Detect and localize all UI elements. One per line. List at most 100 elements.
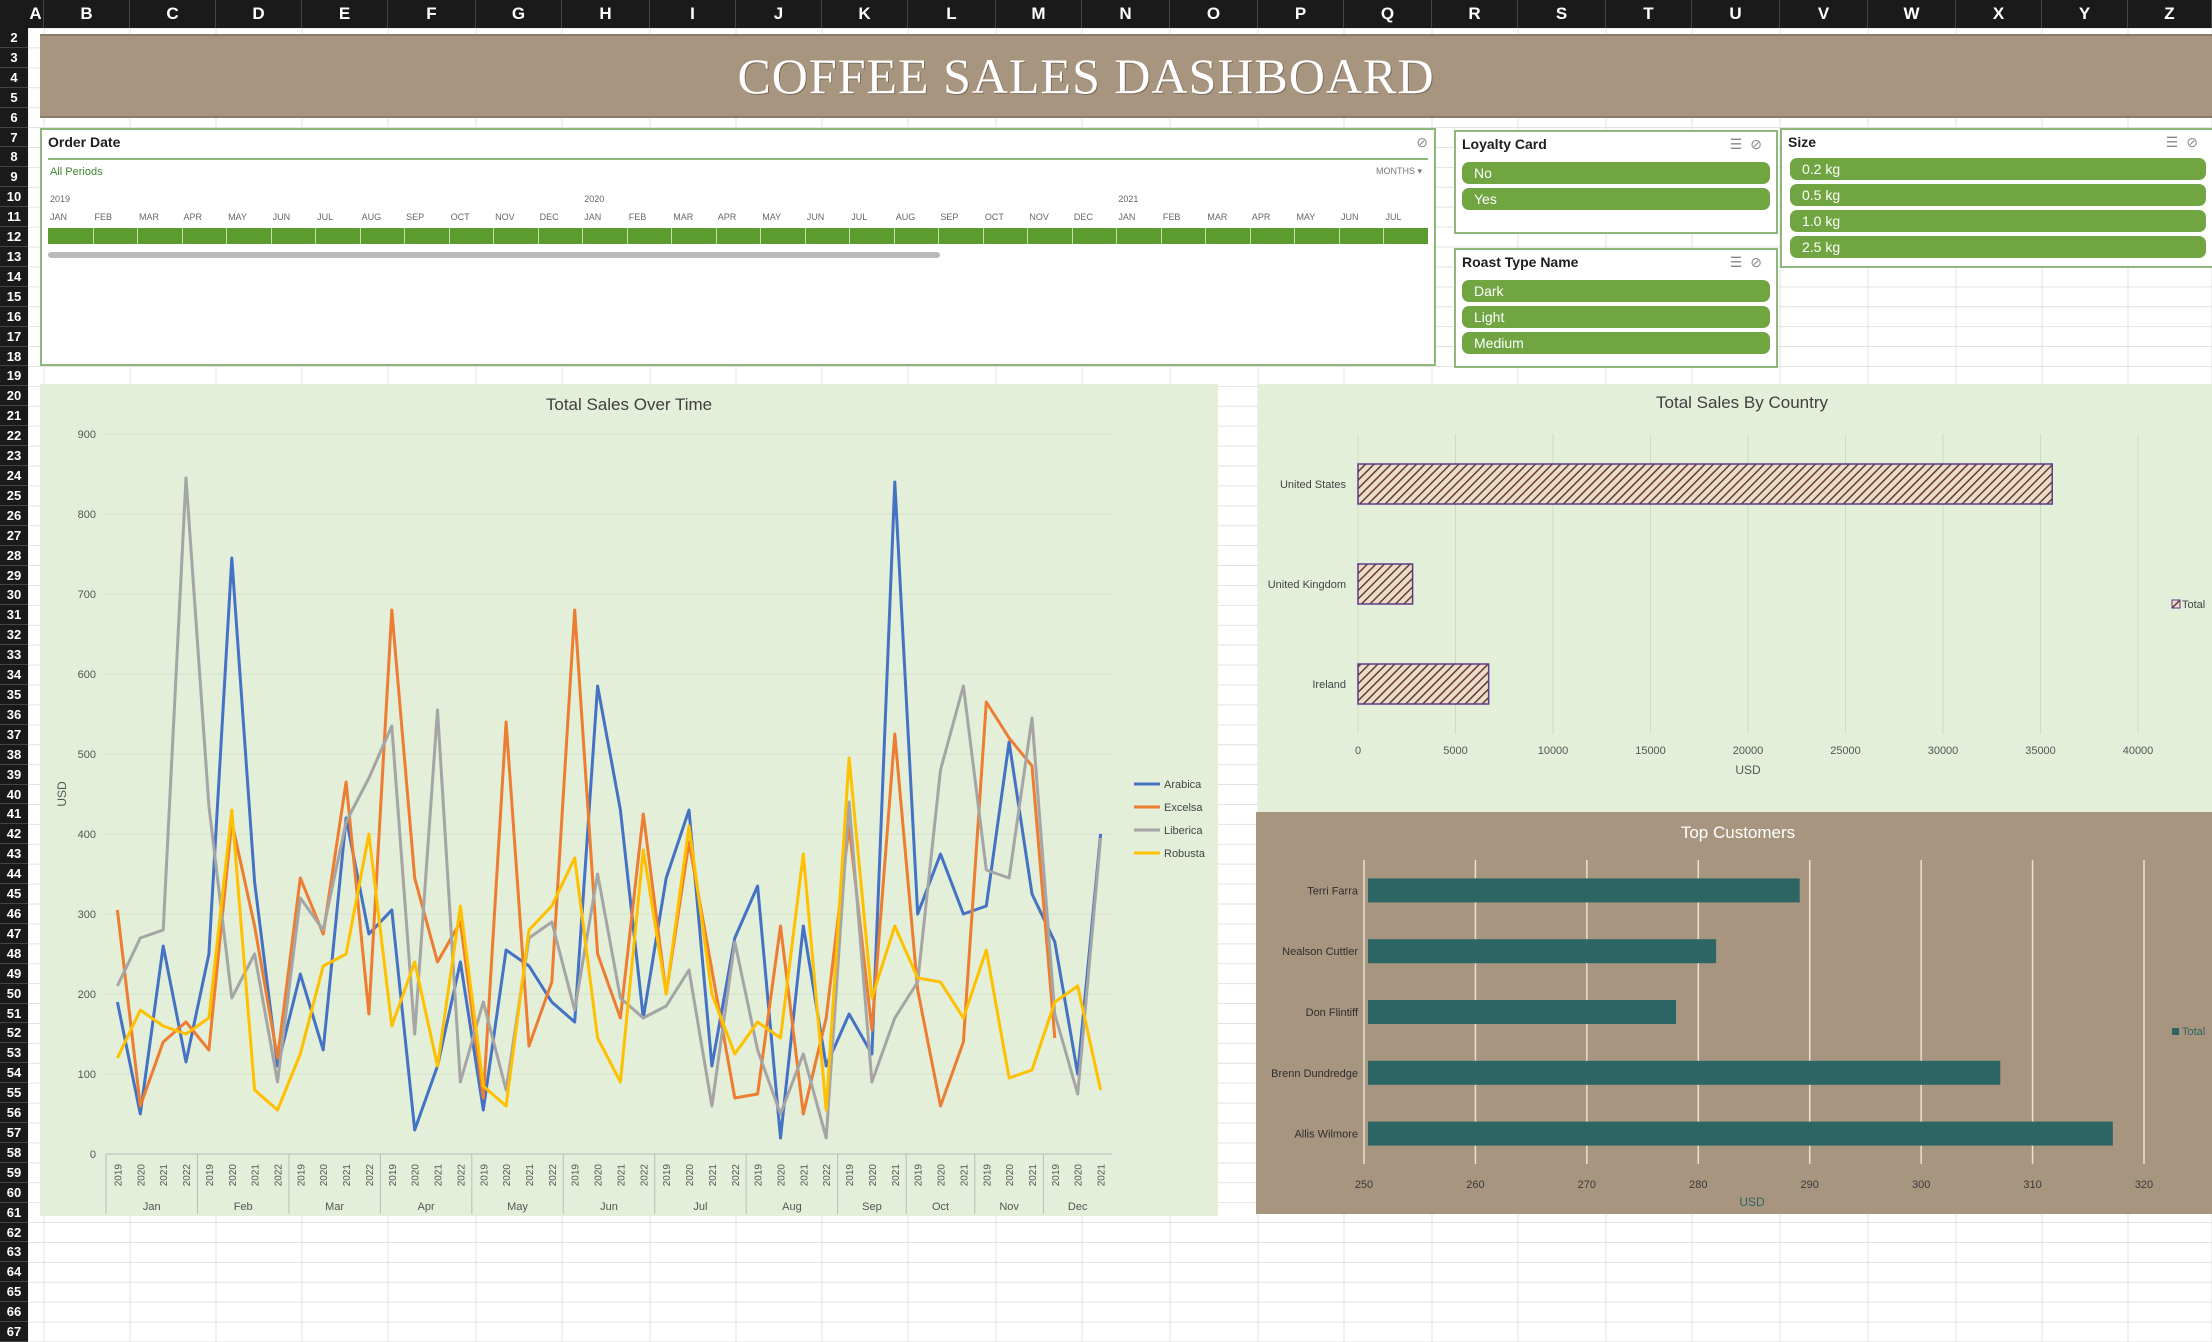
column-header[interactable]: L (908, 0, 996, 28)
row-header[interactable]: 64 (0, 1262, 28, 1283)
row-header[interactable]: 29 (0, 566, 28, 586)
row-header[interactable]: 36 (0, 705, 28, 725)
row-header[interactable]: 30 (0, 585, 28, 606)
column-header[interactable]: U (1692, 0, 1780, 28)
row-header[interactable]: 26 (0, 506, 28, 526)
row-header[interactable]: 17 (0, 327, 28, 347)
row-header[interactable]: 44 (0, 864, 28, 885)
timeline-level-selector[interactable]: MONTHS ▾ (1376, 166, 1422, 177)
slicer-item-1-0kg[interactable]: 1.0 kg (1790, 210, 2206, 232)
row-header[interactable]: 23 (0, 446, 28, 466)
row-header[interactable]: 47 (0, 924, 28, 944)
row-header[interactable]: 14 (0, 267, 28, 287)
column-header[interactable]: A (28, 0, 44, 28)
row-header[interactable]: 12 (0, 227, 28, 247)
row-header[interactable]: 10 (0, 187, 28, 208)
row-header[interactable]: 9 (0, 167, 28, 188)
column-header[interactable]: I (650, 0, 736, 28)
column-header[interactable]: K (822, 0, 908, 28)
row-header[interactable]: 8 (0, 147, 28, 168)
column-header[interactable]: M (996, 0, 1082, 28)
multi-select-icon[interactable]: ☰ (1730, 136, 1751, 152)
timeline-range-bar[interactable] (48, 228, 1428, 244)
row-header[interactable]: 2 (0, 28, 28, 48)
column-header[interactable]: Y (2042, 0, 2128, 28)
row-header[interactable]: 58 (0, 1143, 28, 1163)
row-header[interactable]: 28 (0, 546, 28, 566)
row-header[interactable]: 51 (0, 1004, 28, 1024)
row-header[interactable]: 13 (0, 247, 28, 267)
row-header[interactable]: 4 (0, 68, 28, 88)
column-header[interactable]: V (1780, 0, 1868, 28)
row-header[interactable]: 24 (0, 466, 28, 486)
top-customers-chart[interactable]: Top Customers 250 260 270 280 290 300 310 320 USD… (1256, 812, 2212, 1214)
row-header[interactable]: 33 (0, 645, 28, 666)
slicer-item-2-5kg[interactable]: 2.5 kg (1790, 236, 2206, 258)
slicer-item-light[interactable]: Light (1462, 306, 1770, 328)
column-header[interactable]: F (388, 0, 476, 28)
row-header[interactable]: 19 (0, 366, 28, 387)
row-header[interactable]: 11 (0, 207, 28, 228)
row-header[interactable]: 5 (0, 88, 28, 108)
row-header[interactable]: 37 (0, 725, 28, 745)
multi-select-icon[interactable]: ☰ (2166, 134, 2187, 150)
column-header[interactable]: N (1082, 0, 1170, 28)
row-header[interactable]: 61 (0, 1203, 28, 1223)
total-sales-by-country-chart[interactable]: Total Sales By Country 0 5000 10000 15000 200… (1258, 384, 2212, 832)
column-header[interactable]: H (562, 0, 650, 28)
row-header[interactable]: 22 (0, 426, 28, 447)
row-header[interactable]: 6 (0, 108, 28, 128)
row-header[interactable]: 38 (0, 745, 28, 765)
slicer-item-dark[interactable]: Dark (1462, 280, 1770, 302)
row-header[interactable]: 35 (0, 685, 28, 705)
row-header[interactable]: 40 (0, 785, 28, 805)
row-header[interactable]: 7 (0, 128, 28, 148)
row-header[interactable]: 3 (0, 48, 28, 68)
row-header[interactable]: 32 (0, 625, 28, 646)
row-header[interactable]: 54 (0, 1063, 28, 1084)
row-header[interactable]: 56 (0, 1103, 28, 1123)
column-header[interactable]: B (44, 0, 130, 28)
slicer-item-medium[interactable]: Medium (1462, 332, 1770, 354)
multi-select-icon[interactable]: ☰ (1730, 254, 1751, 270)
clear-filter-icon[interactable]: ⊘ (1750, 254, 1770, 270)
row-header[interactable]: 42 (0, 824, 28, 845)
row-header[interactable]: 31 (0, 605, 28, 626)
slicer-item-no[interactable]: No (1462, 162, 1770, 184)
column-header[interactable]: Q (1344, 0, 1432, 28)
slicer-item-0-5kg[interactable]: 0.5 kg (1790, 184, 2206, 206)
column-header[interactable]: T (1606, 0, 1692, 28)
slicer-item-0-2kg[interactable]: 0.2 kg (1790, 158, 2206, 180)
row-header[interactable]: 46 (0, 904, 28, 924)
row-header[interactable]: 18 (0, 347, 28, 367)
column-header[interactable]: S (1518, 0, 1606, 28)
row-header[interactable]: 34 (0, 665, 28, 685)
column-header[interactable]: E (302, 0, 388, 28)
total-sales-over-time-chart[interactable]: Total Sales Over Time 0 100 200 300 400 500 600… (40, 384, 1218, 1216)
order-date-timeline[interactable]: Order Date ⊘ All Periods MONTHS ▾ JAN FEB… (40, 128, 1436, 366)
row-header[interactable]: 21 (0, 406, 28, 427)
row-header[interactable]: 39 (0, 765, 28, 785)
column-header[interactable]: J (736, 0, 822, 28)
column-header[interactable]: X (1956, 0, 2042, 28)
row-header[interactable]: 65 (0, 1282, 28, 1303)
column-header[interactable]: D (216, 0, 302, 28)
row-header[interactable]: 27 (0, 526, 28, 546)
row-header[interactable]: 43 (0, 844, 28, 865)
row-header[interactable]: 67 (0, 1322, 28, 1342)
row-header[interactable]: 50 (0, 984, 28, 1004)
column-header[interactable]: P (1258, 0, 1344, 28)
row-header[interactable]: 60 (0, 1183, 28, 1203)
row-header[interactable]: 49 (0, 964, 28, 984)
row-header[interactable]: 15 (0, 287, 28, 307)
column-header[interactable]: Z (2128, 0, 2212, 28)
row-header[interactable]: 66 (0, 1302, 28, 1323)
column-header[interactable]: G (476, 0, 562, 28)
row-header[interactable]: 20 (0, 386, 28, 407)
row-header[interactable]: 63 (0, 1242, 28, 1263)
column-header[interactable]: C (130, 0, 216, 28)
row-header[interactable]: 16 (0, 307, 28, 327)
row-header[interactable]: 52 (0, 1023, 28, 1044)
slicer-item-yes[interactable]: Yes (1462, 188, 1770, 210)
row-header[interactable]: 45 (0, 884, 28, 904)
